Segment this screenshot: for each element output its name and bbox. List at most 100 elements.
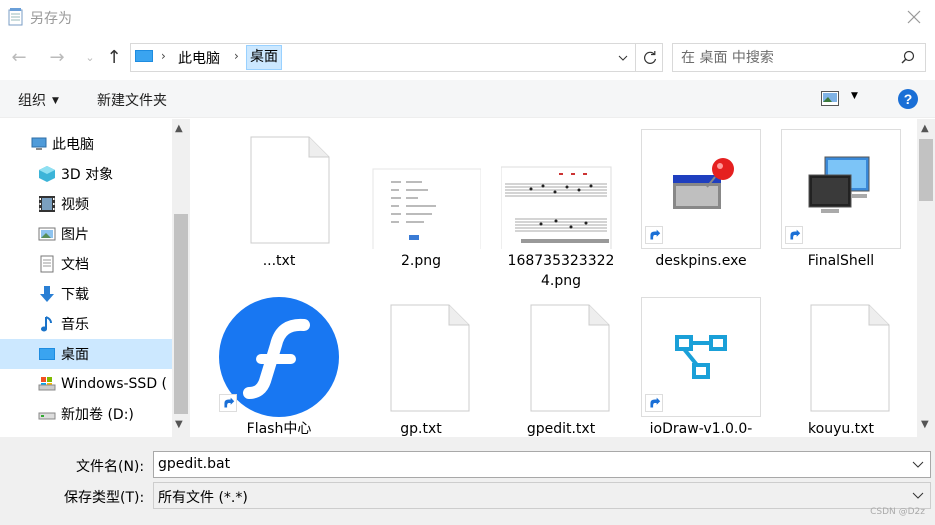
up-arrow-icon[interactable]: ↑ xyxy=(104,46,124,68)
file-name: gp.txt xyxy=(400,421,442,437)
file-name: kouyu.txt xyxy=(808,421,874,437)
tree-item-label: Windows-SSD ( xyxy=(61,376,168,392)
chevron-down-icon[interactable] xyxy=(912,458,924,470)
filename-value: gpedit.bat xyxy=(158,456,231,472)
tree-item-this-pc[interactable]: 此电脑 xyxy=(0,129,172,159)
file-item[interactable]: kouyu.txt xyxy=(771,287,901,437)
file-item[interactable]: 2.png xyxy=(351,119,481,289)
filetype-select[interactable]: 所有文件 (*.*) xyxy=(153,482,931,509)
scroll-down-icon[interactable]: ▼ xyxy=(921,419,929,430)
address-dropdown[interactable] xyxy=(609,44,635,71)
image-thumbnail xyxy=(372,168,481,249)
text-file-icon xyxy=(810,304,890,412)
file-list-scrollbar[interactable]: ▲ ▼ xyxy=(917,119,935,437)
file-item[interactable]: ...txt xyxy=(211,119,341,289)
file-item[interactable]: gpedit.txt xyxy=(491,287,621,437)
documents-icon xyxy=(40,255,54,273)
tree-item-label: 桌面 xyxy=(61,347,89,363)
tree-item-music[interactable]: 音乐 xyxy=(0,309,172,339)
file-name: ...txt xyxy=(262,253,296,269)
filename-input[interactable]: gpedit.bat xyxy=(153,451,931,478)
tree-item-desktop[interactable]: 桌面 xyxy=(0,339,172,369)
scroll-up-icon[interactable]: ▲ xyxy=(175,123,183,134)
video-icon xyxy=(39,196,55,212)
navigation-scrollbar[interactable]: ▲ ▼ xyxy=(172,119,190,437)
tree-item-label: 3D 对象 xyxy=(61,167,114,183)
tree-item-label: 视频 xyxy=(61,197,89,213)
chevron-right-icon: › xyxy=(234,49,239,63)
sheet-music-thumbnail xyxy=(501,166,612,249)
pictures-icon xyxy=(38,227,56,241)
breadcrumb-desktop[interactable]: 桌面 xyxy=(246,45,282,70)
tree-item-label: 新加卷 (D:) xyxy=(61,407,134,423)
file-name: ioDraw-v1.0.0- xyxy=(649,421,753,437)
file-item[interactable]: gp.txt xyxy=(351,287,481,437)
search-box[interactable] xyxy=(672,43,926,72)
tree-item-pictures[interactable]: 图片 xyxy=(0,219,172,249)
drive-icon xyxy=(38,412,56,420)
tree-item-label: 下载 xyxy=(61,287,89,303)
desktop-icon xyxy=(135,50,153,62)
search-icon[interactable] xyxy=(901,50,915,64)
tree-item-windows-ssd[interactable]: Windows-SSD ( xyxy=(0,369,172,399)
refresh-icon xyxy=(643,50,656,64)
search-input[interactable] xyxy=(681,48,891,68)
new-folder-button[interactable]: 新建文件夹 xyxy=(97,90,167,110)
file-name: deskpins.exe xyxy=(655,253,747,269)
file-item[interactable]: Flash中心 xyxy=(211,287,341,437)
breadcrumb-this-pc[interactable]: 此电脑 xyxy=(178,48,220,68)
organize-button[interactable]: 组织 ▼ xyxy=(18,90,59,110)
chevron-down-icon xyxy=(618,55,627,61)
help-button[interactable]: ? xyxy=(898,89,918,109)
refresh-button[interactable] xyxy=(635,44,663,71)
organize-label: 组织 xyxy=(18,93,46,109)
tree-item-label: 图片 xyxy=(61,227,89,243)
music-icon xyxy=(41,316,52,332)
filename-label: 文件名(N): xyxy=(76,459,145,475)
forward-arrow-icon[interactable]: → xyxy=(47,46,67,68)
file-name: FinalShell xyxy=(807,253,875,269)
command-bar: 组织 ▼ 新建文件夹 ▼ ? xyxy=(0,80,935,118)
file-item[interactable]: ioDraw-v1.0.0- xyxy=(631,287,761,437)
flash-icon xyxy=(219,297,339,417)
chevron-right-icon: › xyxy=(161,49,166,63)
view-options-icon[interactable] xyxy=(821,91,839,106)
recent-dropdown-icon[interactable]: ⌄ xyxy=(80,46,100,68)
tree-item-documents[interactable]: 文档 xyxy=(0,249,172,279)
navigation-pane: 此电脑 3D 对象 视频 图片 文档 下载 音乐 桌面 Windows-SSD … xyxy=(0,119,190,437)
address-bar[interactable]: › 此电脑 › 桌面 xyxy=(130,43,663,72)
shortcut-arrow-icon xyxy=(645,226,663,244)
scrollbar-thumb[interactable] xyxy=(919,139,933,201)
file-name: gpedit.txt xyxy=(526,421,596,437)
desktop-icon xyxy=(39,348,55,360)
file-item[interactable]: FinalShell xyxy=(771,119,901,289)
3d-objects-icon xyxy=(39,166,55,182)
shortcut-arrow-icon xyxy=(645,394,663,412)
filetype-label: 保存类型(T): xyxy=(64,490,145,506)
chevron-down-icon[interactable] xyxy=(912,489,924,501)
tree-item-new-volume-d[interactable]: 新加卷 (D:) xyxy=(0,399,172,429)
download-icon xyxy=(40,286,54,302)
file-item[interactable]: 168735323322 4.png xyxy=(491,119,621,289)
file-name: 2.png xyxy=(400,253,441,269)
caret-down-icon: ▼ xyxy=(52,96,59,106)
window-title: 另存为 xyxy=(30,11,72,27)
tree-item-label: 文档 xyxy=(61,257,89,273)
text-file-icon xyxy=(250,136,330,244)
file-item[interactable]: deskpins.exe xyxy=(631,119,761,289)
tree-item-videos[interactable]: 视频 xyxy=(0,189,172,219)
back-arrow-icon[interactable]: ← xyxy=(9,46,29,68)
scroll-down-icon[interactable]: ▼ xyxy=(175,419,183,430)
view-caret-down-icon[interactable]: ▼ xyxy=(851,91,858,101)
close-icon[interactable] xyxy=(903,6,925,28)
scrollbar-thumb[interactable] xyxy=(174,214,188,414)
scroll-up-icon[interactable]: ▲ xyxy=(921,123,929,134)
tree-item-label: 此电脑 xyxy=(52,137,94,153)
tree-item-downloads[interactable]: 下载 xyxy=(0,279,172,309)
text-file-icon xyxy=(530,304,610,412)
tree-item-3d-objects[interactable]: 3D 对象 xyxy=(0,159,172,189)
text-file-icon xyxy=(390,304,470,412)
watermark-text: CSDN @D2z xyxy=(870,507,925,517)
shortcut-arrow-icon xyxy=(219,394,237,412)
title-bar: 另存为 xyxy=(0,0,935,35)
